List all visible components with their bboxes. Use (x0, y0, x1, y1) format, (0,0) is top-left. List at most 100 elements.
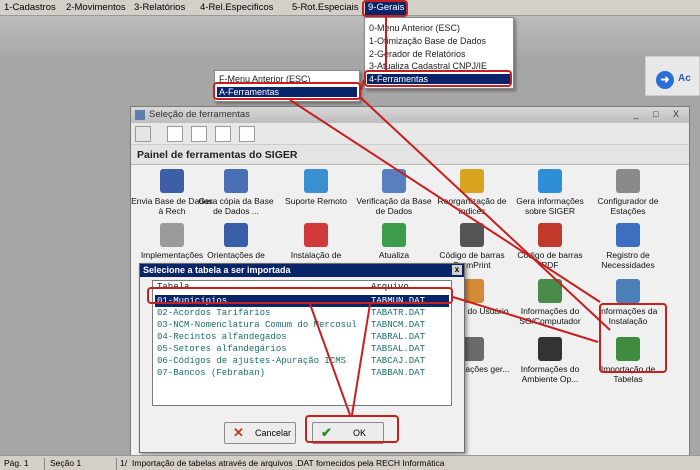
status-bar: Pág. 1 Seção 1 1/ Importação de tabelas … (0, 455, 700, 470)
status-section: Seção 1 (50, 458, 82, 468)
tool-install-error[interactable]: Instalação de (275, 223, 357, 260)
cancel-x-icon: ✕ (233, 425, 244, 440)
info-gears-icon (538, 169, 562, 193)
gerais-item-gerador-relatorios[interactable]: 2-Gerador de Relatórios (369, 49, 466, 59)
database-copy-icon (224, 169, 248, 193)
gerais-item-menu-anterior[interactable]: 0-Menu Anterior (ESC) (369, 23, 460, 33)
tool-label: Reorganização de índices (437, 196, 507, 216)
index-reorganize-icon (460, 169, 484, 193)
exit-tool-icon[interactable] (135, 126, 151, 142)
cell-arquivo: TABATR.DAT (371, 308, 426, 318)
dialog-titlebar: Selecione a tabela a ser importada x (140, 264, 464, 277)
cell-arquivo: TABCAJ.DAT (371, 356, 426, 366)
tool-label: Informações do Ambiente Op... (520, 364, 580, 384)
guide-book-icon (224, 223, 248, 247)
cancel-button[interactable]: ✕ Cancelar (224, 422, 296, 444)
remote-support-icon (304, 169, 328, 193)
barcode-icon (460, 223, 484, 247)
install-error-icon (304, 223, 328, 247)
cell-tabela: 04-Recintos alfandegados (157, 332, 287, 342)
cell-tabela: 07-Bancos (Febraban) (157, 368, 266, 378)
panel-header: Painel de ferramentas do SIGER (131, 145, 689, 165)
cell-arquivo: TABSAL.DAT (371, 344, 426, 354)
tool-label: Orientações de (207, 250, 265, 260)
window-titlebar[interactable]: Seleção de ferramentas _ □ X (131, 107, 689, 123)
arrow-circle-icon[interactable]: ➜ (656, 71, 674, 89)
menu-rot-especiais[interactable]: 5-Rot.Especiais (292, 2, 359, 13)
highlight-submenu-ferramentas (213, 82, 361, 100)
menu-movimentos[interactable]: 2-Movimentos (66, 2, 126, 13)
tool-remote-support[interactable]: Suporte Remoto (275, 169, 357, 206)
database-check-icon (382, 169, 406, 193)
table-row[interactable]: 03-NCM-Nomenclatura Comum do Mercosul TAB… (155, 319, 449, 331)
update-globe-icon (382, 223, 406, 247)
table-row[interactable]: 02-Acordos Tarifários TABATR.DAT (155, 307, 449, 319)
right-panel-text: Ac (678, 73, 691, 84)
tool-label: Informações do SO/Computador (519, 306, 581, 326)
tool-label: Gera informações sobre SIGER (516, 196, 584, 216)
table-row[interactable]: 07-Bancos (Febraban) TABBAN.DAT (155, 367, 449, 379)
linux-penguin-icon (538, 337, 562, 361)
tool-label: Implementações (140, 250, 204, 260)
cell-arquivo: TABBAN.DAT (371, 368, 426, 378)
tool-update-globe[interactable]: Atualiza (353, 223, 435, 260)
right-side-panel: ➜ Ac (645, 56, 700, 96)
tool-label: Atualiza (378, 250, 410, 260)
tool-pdf[interactable]: Código de barras PDF (509, 223, 591, 270)
tool-label: Verificação da Base de Dados (356, 196, 432, 216)
dialog-close-icon[interactable]: x (452, 265, 462, 275)
dialog-title: Selecione a tabela a ser importada (143, 265, 291, 275)
table-row[interactable]: 04-Recintos alfandegados TABRAL.DAT (155, 331, 449, 343)
table-row[interactable]: 06-Códigos de ajustes-Apuração ICMS TABCA… (155, 355, 449, 367)
window-app-icon (135, 110, 145, 120)
table-row[interactable]: 05-Setores alfandegários TABSAL.DAT (155, 343, 449, 355)
status-column: 1/ (120, 458, 128, 468)
selected-tool-highlight (599, 303, 667, 373)
large-icons-view-icon[interactable] (167, 126, 183, 142)
database-send-icon (160, 169, 184, 193)
window-toolbar (131, 123, 689, 145)
cell-tabela: 05-Setores alfandegários (157, 344, 287, 354)
workstation-config-icon (616, 169, 640, 193)
panel-title: Painel de ferramentas do SIGER (137, 149, 298, 161)
highlight-ferramentas-item (364, 70, 512, 87)
install-info-icon (616, 279, 640, 303)
highlight-gerais-menu (362, 0, 408, 17)
cell-tabela: 03-NCM-Nomenclatura Comum do Mercosul (157, 320, 357, 330)
tool-linux-penguin[interactable]: Informações do Ambiente Op... (509, 337, 591, 384)
details-view-icon[interactable] (239, 126, 255, 142)
status-page: Pág. 1 (4, 458, 29, 468)
tool-guide-book[interactable]: Orientações de (195, 223, 277, 260)
menu-bar: 1-Cadastros 2-Movimentos 3-Relatórios 4-… (0, 0, 700, 16)
tool-workstation-config[interactable]: Configurador de Estações (587, 169, 669, 216)
tool-index-reorganize[interactable]: Reorganização de índices (431, 169, 513, 216)
tool-info-gears[interactable]: Gera informações sobre SIGER (509, 169, 591, 216)
gerais-item-otimizacao[interactable]: 1-Otimização Base de Dados (369, 36, 486, 46)
highlight-ok-button (305, 415, 399, 443)
list-view-icon[interactable] (215, 126, 231, 142)
status-message: Importação de tabelas através de arquivo… (132, 458, 445, 468)
tool-database-copy[interactable]: Gera cópia da Base de Dados ... (195, 169, 277, 216)
small-icons-view-icon[interactable] (191, 126, 207, 142)
highlight-municipios-row (147, 287, 453, 304)
pdf-icon (538, 223, 562, 247)
tool-label: Registro de Necessidades (601, 250, 655, 270)
tool-tools-wrench[interactable]: Registro de Necessidades (587, 223, 669, 270)
cell-tabela: 06-Códigos de ajustes-Apuração ICMS (157, 356, 347, 366)
tool-computer-info[interactable]: Informações do SO/Computador (509, 279, 591, 326)
tool-database-check[interactable]: Verificação da Base de Dados (353, 169, 435, 216)
tool-label: Configurador de Estações (597, 196, 659, 216)
tools-wrench-icon (616, 223, 640, 247)
window-title: Seleção de ferramentas (149, 109, 250, 120)
cell-arquivo: TABRAL.DAT (371, 332, 426, 342)
tool-label: Instalação de (290, 250, 342, 260)
menu-cadastros[interactable]: 1-Cadastros (4, 2, 56, 13)
computer-info-icon (538, 279, 562, 303)
tool-label: Suporte Remoto (285, 196, 347, 206)
window-controls[interactable]: _ □ X (634, 109, 685, 119)
tool-label: Gera cópia da Base de Dados ... (198, 196, 274, 216)
menu-relatorios[interactable]: 3-Relatórios (134, 2, 185, 13)
menu-rel-especificos[interactable]: 4-Rel.Especificos (200, 2, 273, 13)
cancel-button-label: Cancelar (255, 428, 292, 438)
cell-arquivo: TABNCM.DAT (371, 320, 426, 330)
